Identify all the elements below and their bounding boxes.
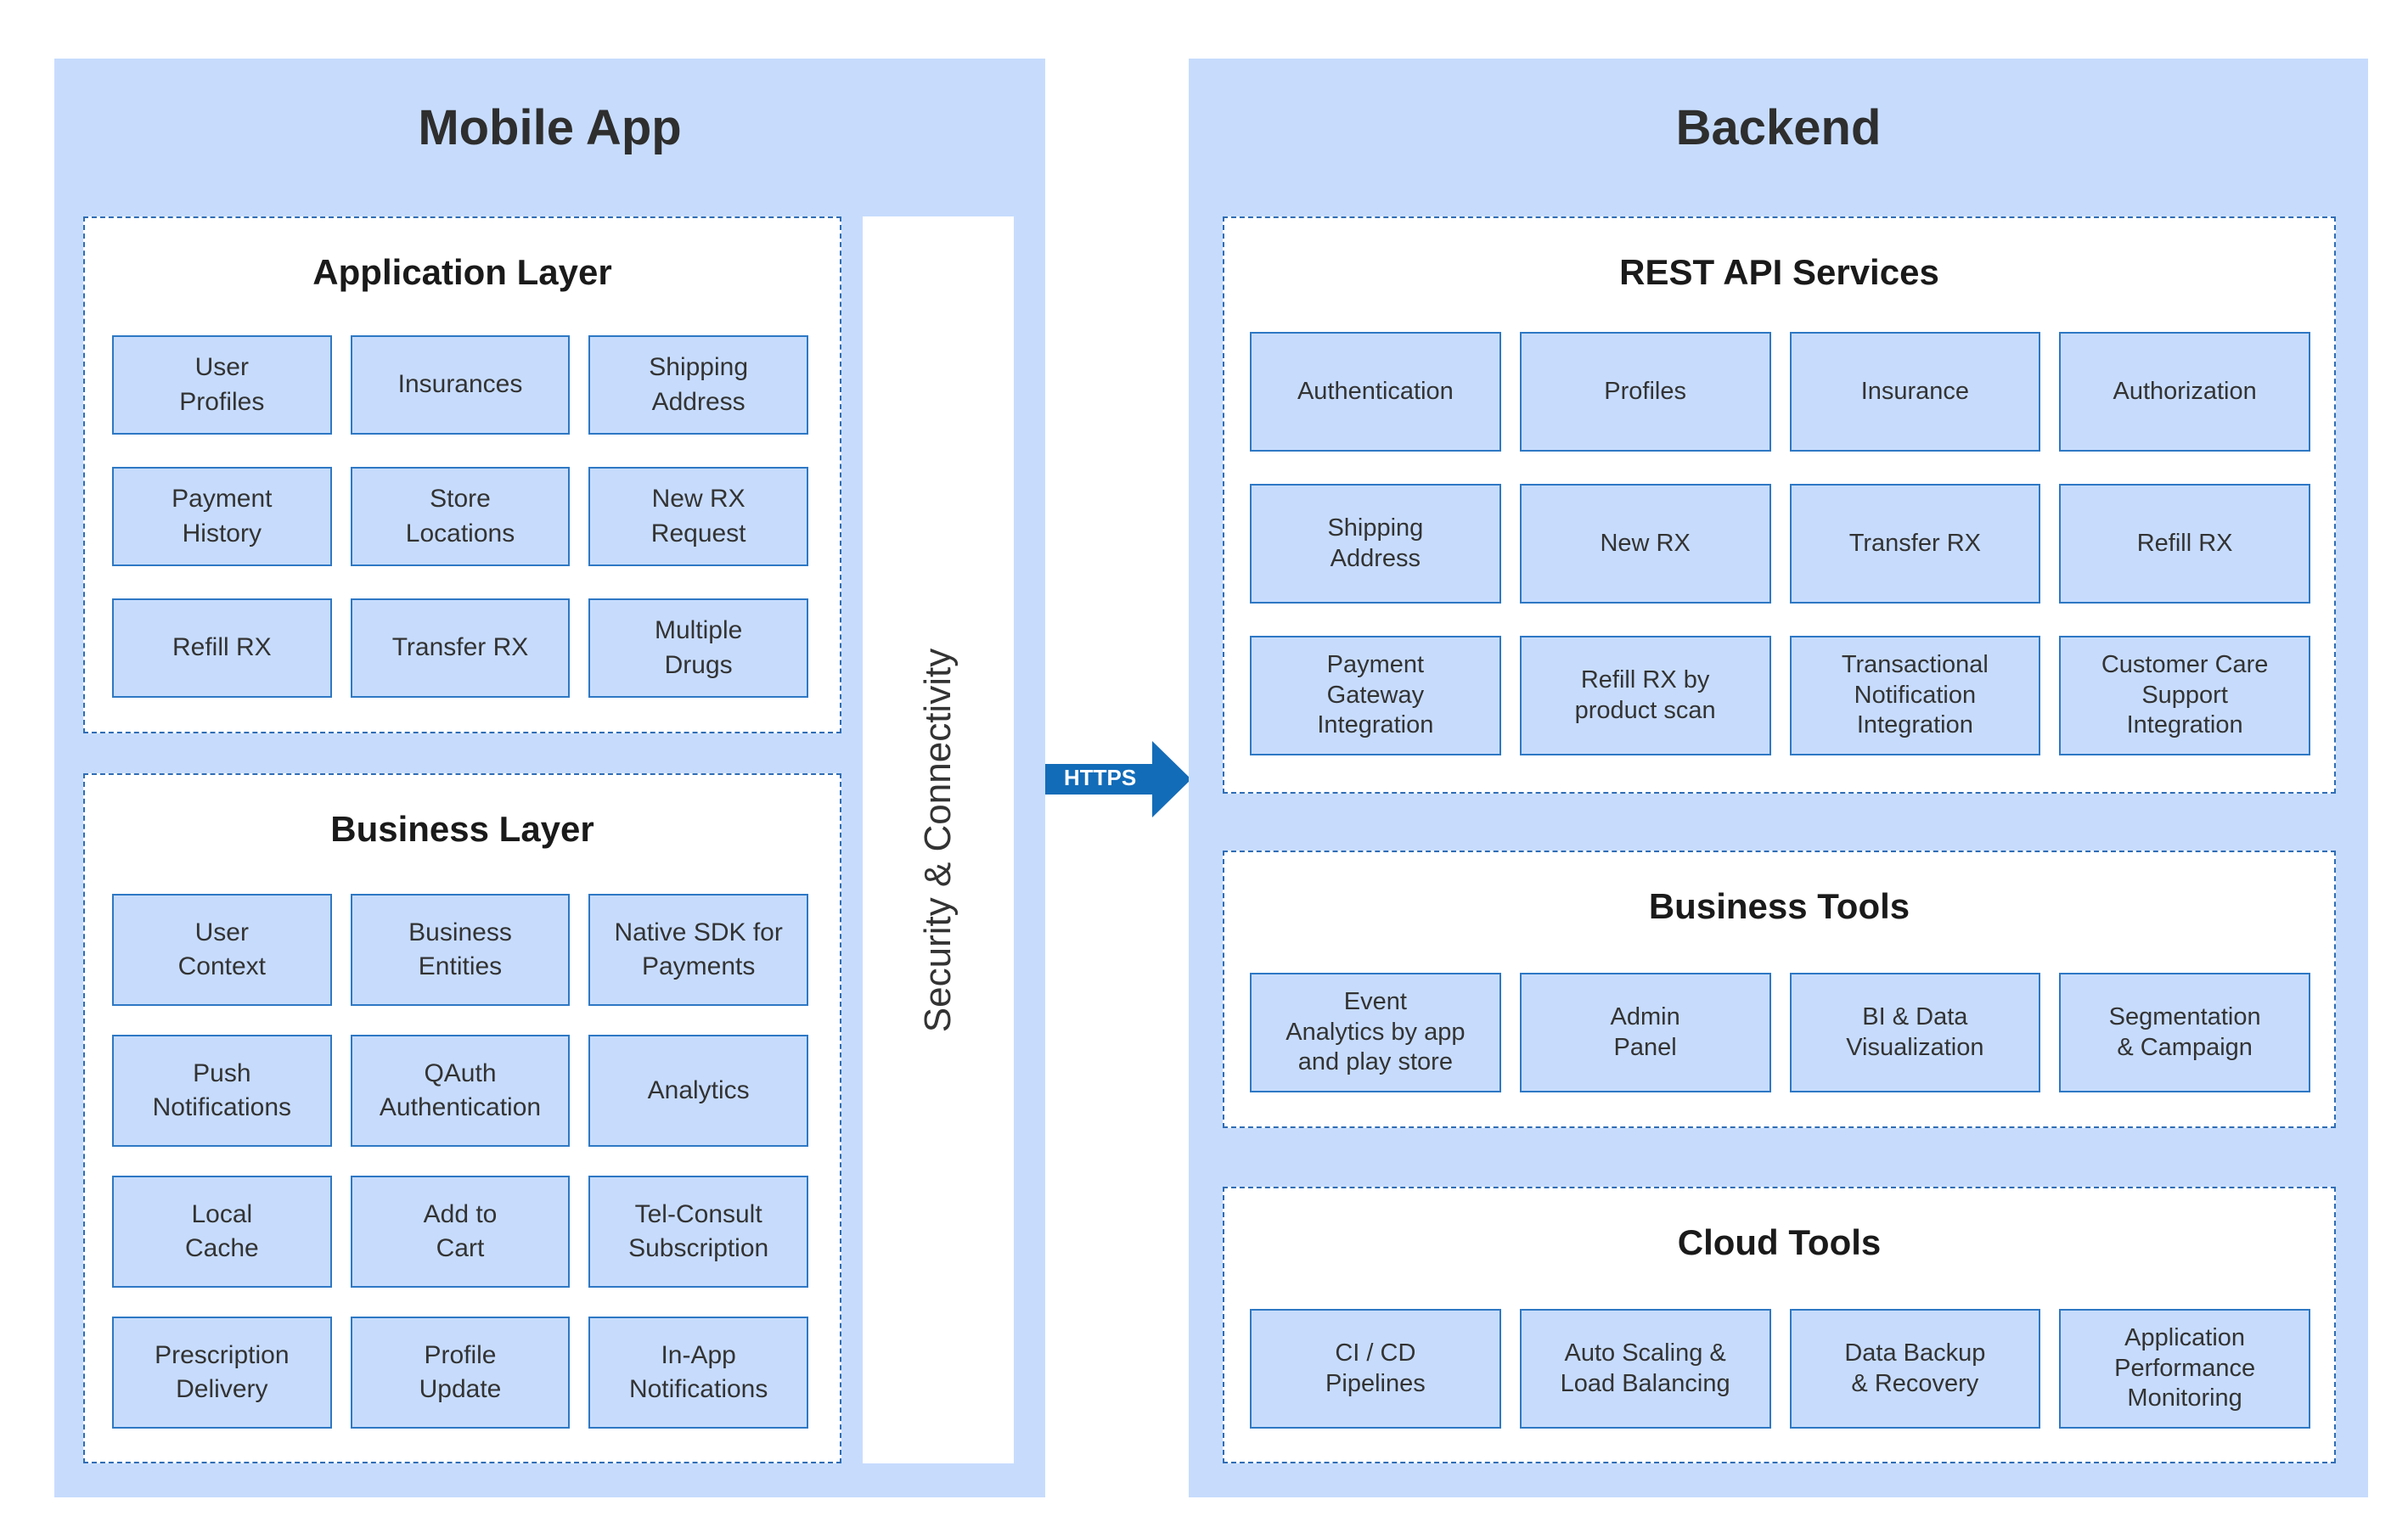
business-layer-item: Analytics (588, 1035, 808, 1147)
business-layer-item: Business Entities (350, 894, 571, 1006)
mobile-app-panel: Mobile App Application Layer User Profil… (54, 59, 1045, 1497)
cloud-tools-item: CI / CD Pipelines (1250, 1309, 1501, 1429)
business-layer-item: Push Notifications (112, 1035, 332, 1147)
cloud-tools-item: Data Backup & Recovery (1789, 1309, 2041, 1429)
business-tools-item: BI & Data Visualization (1789, 973, 2041, 1092)
app-layer-item: Refill RX (112, 598, 332, 698)
cloud-tools-group: Cloud Tools CI / CD Pipelines Auto Scali… (1223, 1187, 2336, 1463)
business-tools-item: Admin Panel (1519, 973, 1771, 1092)
rest-api-item: Customer Care Support Integration (2059, 636, 2310, 755)
business-layer-item: Add to Cart (350, 1176, 571, 1288)
backend-title: Backend (1675, 100, 1882, 155)
app-layer-item: New RX Request (588, 467, 808, 566)
business-layer-item: Tel-Consult Subscription (588, 1176, 808, 1288)
app-layer-item: User Profiles (112, 335, 332, 435)
cloud-tools-item: Application Performance Monitoring (2059, 1309, 2310, 1429)
business-tools-item: Segmentation & Campaign (2059, 973, 2310, 1092)
business-layer-title: Business Layer (330, 809, 594, 849)
business-tools-title: Business Tools (1648, 886, 1910, 926)
cloud-tools-item: Auto Scaling & Load Balancing (1519, 1309, 1771, 1429)
rest-api-item: Transactional Notification Integration (1789, 636, 2041, 755)
https-label: HTTPS (1064, 765, 1137, 790)
rest-api-item: New RX (1519, 484, 1771, 604)
cloud-tools-grid: CI / CD Pipelines Auto Scaling & Load Ba… (1250, 1309, 2310, 1429)
business-layer-item: Profile Update (350, 1317, 571, 1429)
business-tools-grid: Event Analytics by app and play store Ad… (1250, 973, 2310, 1092)
rest-api-item: Transfer RX (1789, 484, 2041, 604)
app-layer-item: Transfer RX (350, 598, 571, 698)
application-layer-grid: User Profiles Insurances Shipping Addres… (112, 335, 808, 698)
business-layer-item: Prescription Delivery (112, 1317, 332, 1429)
rest-api-grid: Authentication Profiles Insurance Author… (1250, 332, 2310, 755)
business-layer-item: QAuth Authentication (350, 1035, 571, 1147)
rest-api-item: Insurance (1789, 332, 2041, 452)
app-layer-item: Insurances (350, 335, 571, 435)
business-tools-item: Event Analytics by app and play store (1250, 973, 1501, 1092)
rest-api-item: Refill RX (2059, 484, 2310, 604)
application-layer-title: Application Layer (312, 252, 612, 292)
app-layer-item: Store Locations (350, 467, 571, 566)
rest-api-title: REST API Services (1619, 252, 1939, 292)
security-connectivity-bar: Security & Connectivity (863, 216, 1014, 1463)
business-layer-group: Business Layer User Context Business Ent… (83, 773, 841, 1463)
rest-api-item: Shipping Address (1250, 484, 1501, 604)
rest-api-item: Authorization (2059, 332, 2310, 452)
business-layer-item: In-App Notifications (588, 1317, 808, 1429)
application-layer-group: Application Layer User Profiles Insuranc… (83, 216, 841, 733)
rest-api-group: REST API Services Authentication Profile… (1223, 216, 2336, 794)
app-layer-item: Payment History (112, 467, 332, 566)
app-layer-item: Multiple Drugs (588, 598, 808, 698)
business-tools-group: Business Tools Event Analytics by app an… (1223, 851, 2336, 1128)
business-layer-item: Local Cache (112, 1176, 332, 1288)
rest-api-item: Refill RX by product scan (1519, 636, 1771, 755)
business-layer-item: User Context (112, 894, 332, 1006)
rest-api-item: Profiles (1519, 332, 1771, 452)
backend-panel: Backend REST API Services Authentication… (1189, 59, 2368, 1497)
mobile-app-title: Mobile App (418, 100, 682, 155)
business-layer-item: Native SDK for Payments (588, 894, 808, 1006)
business-layer-grid: User Context Business Entities Native SD… (112, 894, 808, 1429)
cloud-tools-title: Cloud Tools (1677, 1222, 1882, 1262)
security-connectivity-label: Security & Connectivity (917, 648, 959, 1032)
app-layer-item: Shipping Address (588, 335, 808, 435)
rest-api-item: Payment Gateway Integration (1250, 636, 1501, 755)
rest-api-item: Authentication (1250, 332, 1501, 452)
